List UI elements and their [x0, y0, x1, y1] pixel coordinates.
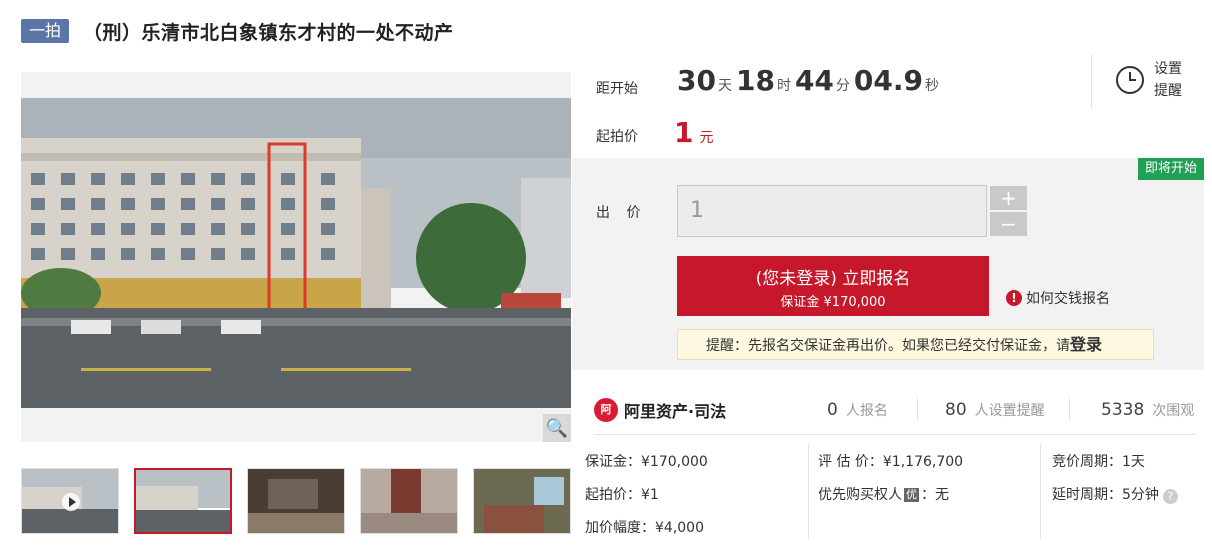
thumbnail-interior-1[interactable]	[247, 468, 345, 534]
deposit-detail: 保证金：¥170,000	[585, 454, 708, 470]
countdown-days-unit: 天	[717, 78, 732, 94]
countdown-hours: 18	[735, 64, 775, 97]
countdown-label: 距开始	[596, 81, 638, 97]
countdown-minutes: 44	[794, 64, 834, 97]
notice-text: 提醒：先报名交保证金再出价。如果您已经交付保证金，请	[706, 338, 1070, 354]
brand-name: 阿里资产·司法	[624, 402, 727, 421]
delay-cycle-detail: 延时周期：5分钟?	[1052, 484, 1178, 504]
signup-button-label: (您未登录) 立即报名	[755, 269, 911, 289]
divider	[1069, 398, 1070, 420]
divider	[1040, 444, 1041, 539]
priority-badge: 优	[904, 488, 919, 502]
thumbnail-video[interactable]	[21, 468, 119, 534]
start-price: 1 元	[674, 116, 713, 149]
divider	[594, 434, 1196, 435]
stat-views: 5338 次围观	[1101, 400, 1194, 420]
stat-reminders-label: 人设置提醒	[974, 403, 1045, 419]
stat-signups-count: 0	[827, 400, 838, 420]
auction-page: 一拍 （刑）乐清市北白象镇东才村的一处不动产 🔍 距开始 30 天 18 时 4…	[0, 0, 1212, 555]
brand-logo-icon: 阿	[594, 398, 618, 422]
start-price-value: 1	[674, 116, 694, 149]
countdown-seconds: 04.9	[853, 64, 923, 97]
alarm-clock-icon	[1116, 66, 1144, 94]
title-row: 一拍 （刑）乐清市北白象镇东才村的一处不动产	[21, 18, 454, 44]
thumbnail-interior-3[interactable]	[473, 468, 571, 534]
stat-views-label: 次围观	[1152, 403, 1195, 419]
page-title: （刑）乐清市北白象镇东才村的一处不动产	[83, 21, 454, 44]
start-price-label: 起拍价	[596, 129, 638, 145]
auction-round-badge: 一拍	[21, 19, 70, 43]
stat-signups-label: 人报名	[845, 403, 888, 419]
property-photo	[21, 98, 571, 408]
appraisal-detail: 评 估 价：¥1,176,700	[818, 454, 964, 470]
login-link[interactable]: 登录	[1070, 335, 1102, 354]
help-icon[interactable]: ?	[1162, 489, 1178, 504]
how-to-pay-label: 如何交钱报名	[1026, 291, 1110, 307]
brand: 阿 阿里资产·司法	[594, 398, 726, 422]
how-to-pay-link[interactable]: ! 如何交钱报名	[1006, 288, 1110, 308]
priority-buyer-value: ：无	[921, 487, 949, 503]
stat-reminders-count: 80	[945, 400, 967, 420]
bidding-cycle-detail: 竞价周期：1天	[1052, 454, 1145, 470]
set-reminder-label: 设置提醒	[1154, 61, 1182, 99]
auction-info: 距开始 30 天 18 时 44 分 04.9 秒 起拍价 1 元 设置提醒	[572, 50, 1212, 158]
increase-bid-button[interactable]: +	[990, 186, 1027, 210]
decrease-bid-button[interactable]: −	[990, 212, 1027, 236]
signup-button[interactable]: (您未登录) 立即报名 保证金 ¥170,000	[677, 256, 989, 316]
zoom-icon[interactable]: 🔍	[543, 414, 571, 442]
stat-views-count: 5338	[1101, 400, 1145, 420]
countdown-minutes-unit: 分	[835, 78, 850, 94]
set-reminder-button[interactable]: 设置提醒	[1116, 58, 1186, 102]
countdown-hours-unit: 时	[776, 78, 791, 94]
bid-amount-input[interactable]: 1	[677, 185, 987, 237]
thumbnail-interior-2[interactable]	[360, 468, 458, 534]
thumbnail-active[interactable]	[134, 468, 232, 534]
countdown-seconds-unit: 秒	[925, 78, 939, 94]
stat-signups: 0 人报名	[827, 400, 888, 420]
main-image-viewer[interactable]: 🔍	[21, 72, 571, 442]
priority-buyer-label: 优先购买权人	[818, 487, 902, 503]
start-price-unit: 元	[699, 130, 714, 146]
status-badge: 即将开始	[1137, 158, 1204, 180]
play-icon	[62, 493, 80, 511]
countdown-days: 30	[677, 64, 716, 97]
divider	[917, 398, 918, 420]
deposit-label: 保证金 ¥170,000	[780, 295, 886, 310]
divider	[1091, 54, 1092, 108]
delay-cycle-label: 延时周期：5分钟	[1052, 487, 1159, 503]
info-icon: !	[1006, 290, 1022, 306]
thumbnail-strip	[21, 468, 586, 534]
priority-buyer-detail: 优先购买权人优：无	[818, 484, 949, 504]
bid-label: 出 价	[596, 205, 647, 221]
stat-reminders: 80 人设置提醒	[945, 400, 1045, 420]
countdown-timer: 30 天 18 时 44 分 04.9 秒	[677, 64, 943, 97]
start-price-detail: 起拍价：¥1	[585, 487, 659, 503]
increment-detail: 加价幅度：¥4,000	[585, 520, 704, 536]
bid-panel: 即将开始 出 价 1 + − (您未登录) 立即报名 保证金 ¥170,000 …	[572, 158, 1204, 370]
deposit-notice: 提醒：先报名交保证金再出价。如果您已经交付保证金，请登录	[677, 329, 1154, 360]
divider	[808, 444, 809, 539]
